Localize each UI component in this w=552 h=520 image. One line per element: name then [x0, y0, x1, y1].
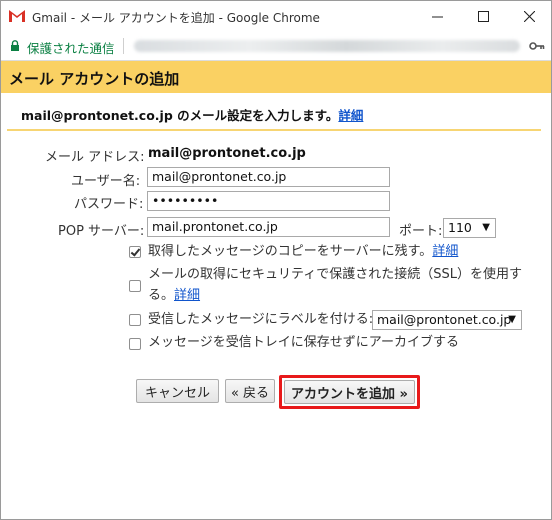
ssl-label-line2: る。詳細	[148, 286, 200, 305]
leave-copy-details-link[interactable]: 詳細	[432, 244, 458, 259]
secure-label[interactable]: 保護された通信	[27, 38, 115, 57]
port-label: ポート:	[399, 224, 443, 239]
leave-copy-text: 取得したメッセージのコピーをサーバーに残す。	[148, 244, 433, 259]
archive-label: メッセージを受信トレイに保存せずにアーカイブする	[148, 335, 459, 350]
pop-server-label: POP サーバー:	[58, 224, 145, 239]
url-field[interactable]	[134, 40, 520, 52]
dropdown-arrow-icon: ▼	[508, 314, 516, 325]
email-address-label: メール アドレス:	[45, 150, 145, 165]
close-button[interactable]	[506, 1, 552, 32]
cancel-button[interactable]: キャンセル	[136, 379, 219, 403]
browser-window: Gmail - メール アカウントを追加 - Google Chrome 保護さ…	[0, 0, 552, 520]
port-value: 110	[448, 220, 472, 235]
add-account-button[interactable]: アカウントを追加 »	[284, 380, 415, 404]
port-select[interactable]: 110 ▼	[443, 218, 496, 238]
label-select-value: mail@prontonet.co.jp	[377, 312, 512, 327]
close-icon	[523, 11, 535, 22]
ssl-details-link[interactable]: 詳細	[174, 288, 200, 303]
label-messages-label: 受信したメッセージにラベルを付ける:	[148, 312, 374, 327]
username-input[interactable]: mail@prontonet.co.jp	[147, 167, 390, 187]
password-label: パスワード:	[74, 197, 144, 212]
title-bar: Gmail - メール アカウントを追加 - Google Chrome	[1, 1, 551, 32]
ssl-checkbox[interactable]	[129, 280, 141, 292]
dropdown-arrow-icon: ▼	[482, 222, 490, 233]
page-header: メール アカウントの追加	[1, 61, 551, 93]
ssl-label-line1: メールの取得にセキュリティで保護された接続（SSL）を使用す	[148, 267, 522, 282]
label-messages-checkbox[interactable]	[129, 314, 141, 326]
email-address-value: mail@prontonet.co.jp	[148, 146, 306, 161]
gmail-logo-icon	[9, 10, 25, 22]
username-label: ユーザー名:	[71, 174, 141, 189]
key-icon[interactable]	[529, 41, 545, 51]
pop-server-input[interactable]: mail.prontonet.co.jp	[147, 217, 390, 237]
minimize-icon	[431, 16, 443, 18]
address-bar: 保護された通信	[1, 32, 551, 61]
maximize-button[interactable]	[460, 1, 506, 32]
intro-text: mail@prontonet.co.jp のメール設定を入力します。詳細	[21, 105, 363, 124]
archive-checkbox[interactable]	[129, 338, 141, 350]
leave-copy-label: 取得したメッセージのコピーをサーバーに残す。詳細	[148, 242, 458, 261]
lock-icon	[11, 40, 19, 51]
ssl-text-end: る。	[148, 288, 175, 303]
maximize-icon	[477, 11, 489, 22]
intro-details-link[interactable]: 詳細	[338, 108, 363, 123]
window-title: Gmail - メール アカウントを追加 - Google Chrome	[32, 11, 320, 25]
password-input[interactable]: •••••••••	[147, 191, 390, 211]
label-select[interactable]: mail@prontonet.co.jp ▼	[372, 310, 522, 330]
leave-copy-checkbox[interactable]	[129, 246, 141, 258]
address-separator	[123, 38, 124, 54]
page-title: メール アカウントの追加	[9, 70, 180, 88]
back-button[interactable]: « 戻る	[225, 379, 275, 403]
minimize-button[interactable]	[414, 1, 460, 32]
header-divider	[7, 129, 541, 131]
intro-text-body: mail@prontonet.co.jp のメール設定を入力します。	[21, 108, 339, 123]
main-content: mail@prontonet.co.jp のメール設定を入力します。詳細 メール…	[1, 93, 551, 519]
